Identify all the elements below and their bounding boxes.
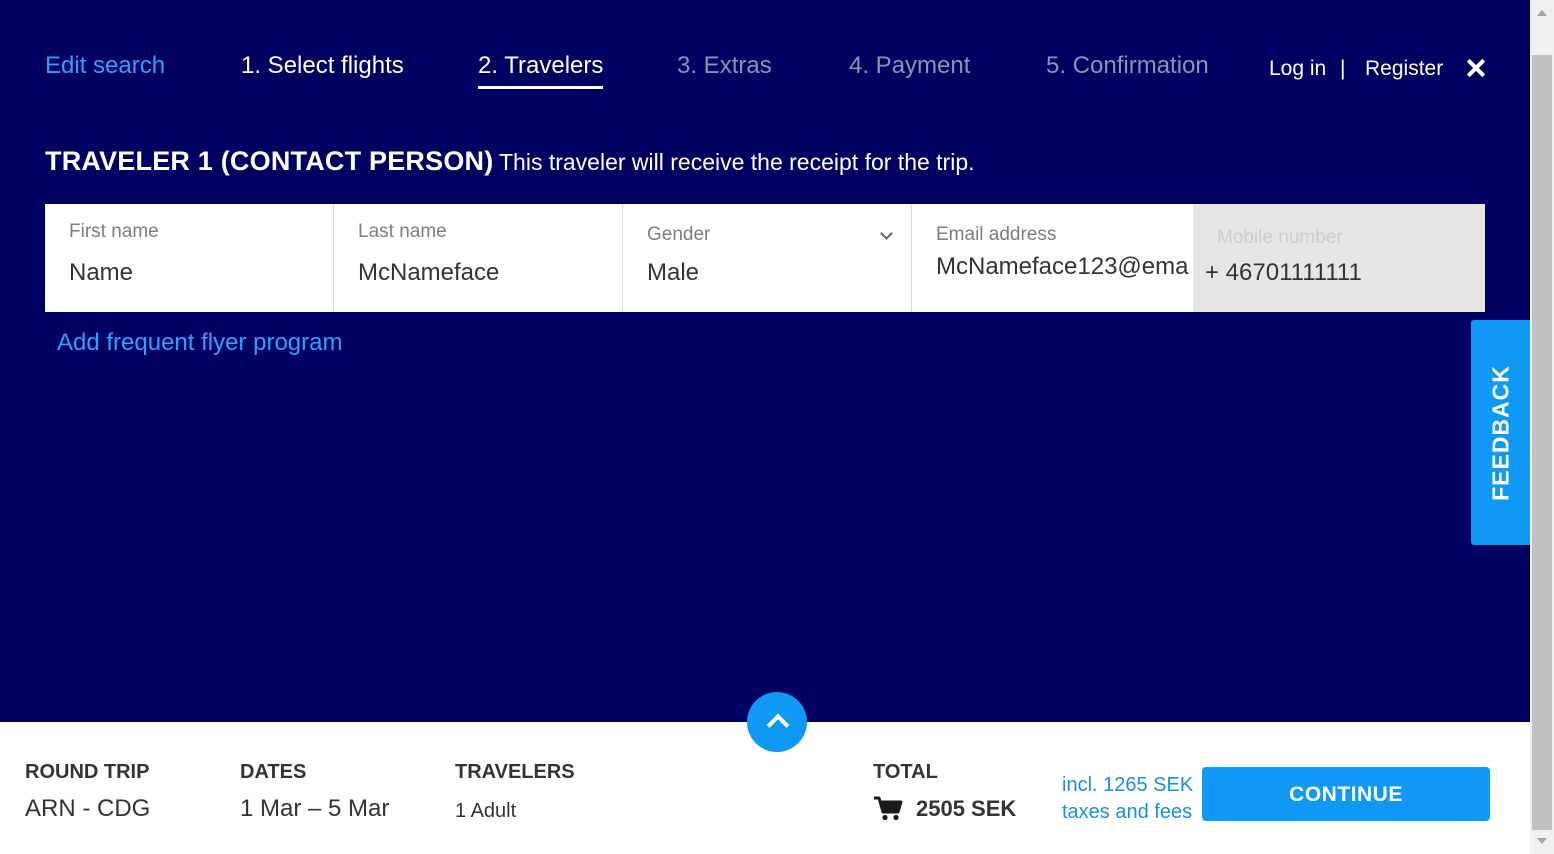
step-travelers[interactable]: 2. Travelers — [478, 50, 604, 89]
step-extras: 3. Extras — [677, 52, 772, 79]
traveler-subtitle: This traveler will receive the receipt f… — [499, 149, 975, 175]
gender-value[interactable]: Male — [647, 259, 699, 287]
mobile-value[interactable]: + 46701111111 — [1205, 259, 1362, 287]
cart-icon — [874, 796, 903, 821]
scroll-down-icon[interactable] — [1537, 838, 1547, 844]
dates-value: 1 Mar – 5 Mar — [240, 795, 390, 822]
scroll-up-icon[interactable] — [1537, 10, 1547, 16]
booking-steps-nav: Edit search 1. Select flights 2. Travele… — [0, 50, 1530, 90]
taxes-line-2: taxes and fees — [1062, 801, 1193, 823]
email-label: Email address — [936, 224, 1057, 245]
expand-summary-button[interactable] — [747, 692, 807, 752]
taxes-info[interactable]: incl. 1265 SEK taxes and fees — [1062, 772, 1193, 826]
total-label: TOTAL — [873, 761, 938, 783]
email-field[interactable]: Email address McNameface123@ema — [912, 204, 1193, 312]
add-frequent-flyer-link[interactable]: Add frequent flyer program — [57, 328, 342, 358]
total-price: 2505 SEK — [916, 796, 1017, 821]
edit-search-link[interactable]: Edit search — [45, 50, 165, 82]
auth-separator: | — [1340, 57, 1346, 80]
step-confirmation: 5. Confirmation — [1046, 52, 1209, 79]
email-value[interactable]: McNameface123@ema — [936, 253, 1188, 281]
mobile-label: Mobile number — [1217, 227, 1343, 248]
last-name-value[interactable]: McNameface — [358, 259, 499, 287]
gender-label: Gender — [647, 224, 711, 245]
main-panel: Edit search 1. Select flights 2. Travele… — [0, 0, 1530, 722]
traveler-title: TRAVELER 1 (CONTACT PERSON) — [45, 146, 494, 176]
close-icon[interactable] — [1462, 54, 1490, 82]
scrollbar-thumb[interactable] — [1532, 55, 1552, 830]
travelers-value: 1 Adult — [455, 800, 517, 822]
feedback-label: FEEDBACK — [1487, 364, 1513, 501]
mobile-number-field[interactable]: Mobile number + 46701111111 — [1193, 204, 1485, 312]
route-value: ARN - CDG — [25, 795, 151, 822]
trip-type-label: ROUND TRIP — [25, 761, 150, 783]
dates-label: DATES — [240, 761, 307, 783]
step-payment: 4. Payment — [849, 52, 971, 79]
feedback-tab[interactable]: FEEDBACK — [1471, 320, 1530, 545]
step-select-flights[interactable]: 1. Select flights — [241, 50, 404, 82]
last-name-label: Last name — [358, 221, 447, 242]
register-link[interactable]: Register — [1365, 55, 1443, 83]
travelers-label: TRAVELERS — [455, 761, 575, 783]
gender-select[interactable]: Gender Male — [623, 204, 912, 312]
first-name-value[interactable]: Name — [69, 259, 133, 287]
traveler-form-row: First name Name Last name McNameface Gen… — [45, 204, 1485, 312]
taxes-line-1: incl. 1265 SEK — [1062, 774, 1194, 796]
first-name-label: First name — [69, 221, 159, 242]
continue-button[interactable]: CONTINUE — [1202, 767, 1490, 821]
last-name-field[interactable]: Last name McNameface — [334, 204, 623, 312]
chevron-down-icon — [880, 227, 893, 240]
vertical-scrollbar[interactable] — [1530, 0, 1554, 854]
first-name-field[interactable]: First name Name — [45, 204, 334, 312]
login-link[interactable]: Log in — [1269, 55, 1326, 83]
